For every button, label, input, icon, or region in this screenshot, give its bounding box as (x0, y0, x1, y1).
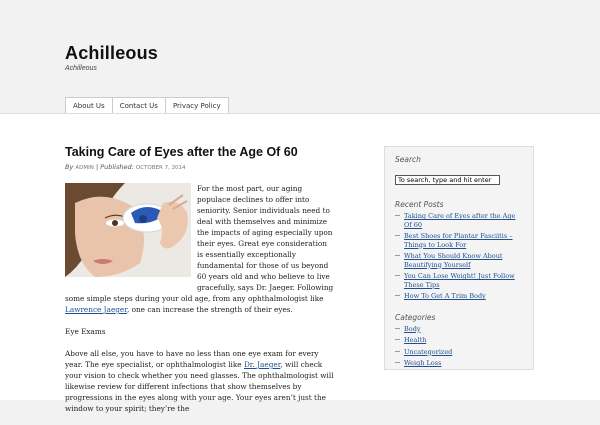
recent-post-link[interactable]: Taking Care of Eyes after the Age Of 60 (404, 212, 515, 229)
post-title[interactable]: Taking Care of Eyes after the Age Of 60 (65, 145, 298, 159)
site-description: Achilleous (65, 65, 97, 72)
post-author[interactable]: ADMIN (75, 165, 93, 171)
list-item: You Can Lose Weight! Just Follow These T… (395, 272, 523, 289)
category-link[interactable]: Body (404, 325, 421, 333)
sidebar: Search Recent Posts Taking Care of Eyes … (384, 146, 534, 370)
search-input[interactable] (395, 175, 500, 185)
list-item: Uncategorized (395, 348, 523, 357)
nav-item-privacy-policy[interactable]: Privacy Policy (165, 97, 229, 113)
post-content: For the most part, our aging populace de… (65, 183, 335, 425)
site-title[interactable]: Achilleous (65, 43, 158, 64)
byline-by: By (65, 163, 74, 171)
list-item: What You Should Know About Beautifying Y… (395, 252, 523, 269)
recent-posts-title: Recent Posts (395, 200, 444, 209)
post-paragraph: For the most part, our aging populace de… (65, 183, 335, 315)
lawrence-jaeger-link[interactable]: Lawrence Jaeger (65, 305, 127, 314)
recent-post-link[interactable]: How To Get A Trim Body (404, 292, 486, 300)
category-link[interactable]: Health (404, 336, 426, 344)
search-widget-title: Search (395, 155, 421, 164)
recent-posts-list: Taking Care of Eyes after the Age Of 60 … (395, 212, 523, 301)
paragraph-text: , one can increase the strength of their… (126, 305, 293, 314)
list-item: Body (395, 325, 523, 334)
list-item: Health (395, 336, 523, 345)
category-link[interactable]: Weigh Loss (404, 359, 441, 367)
list-item: How To Get A Trim Body (395, 292, 523, 301)
site-header: Achilleous Achilleous About Us Contact U… (0, 0, 600, 113)
post-subheading: Eye Exams (65, 327, 106, 336)
recent-post-link[interactable]: You Can Lose Weight! Just Follow These T… (404, 272, 515, 289)
image-float-spacer (65, 183, 197, 283)
list-item: Taking Care of Eyes after the Age Of 60 (395, 212, 523, 229)
byline-published: | Published: (95, 163, 134, 171)
categories-list: Body Health Uncategorized Weigh Loss (395, 325, 523, 368)
recent-post-link[interactable]: Best Shoes for Plantar Fasciitis – Thing… (404, 232, 513, 249)
nav-item-about-us[interactable]: About Us (65, 97, 113, 113)
categories-title: Categories (395, 312, 436, 322)
post-paragraph: Above all else, you have to have no less… (65, 348, 335, 414)
list-item: Weigh Loss (395, 359, 523, 368)
category-link[interactable]: Uncategorized (404, 348, 452, 356)
dr-jaeger-link[interactable]: Dr. Jaeger (244, 360, 280, 369)
post-date: OCTOBER 7, 2014 (135, 165, 186, 171)
nav-item-contact-us[interactable]: Contact Us (112, 97, 166, 113)
recent-post-link[interactable]: What You Should Know About Beautifying Y… (404, 252, 503, 269)
main-nav: About Us Contact Us Privacy Policy (65, 97, 229, 113)
post-byline: By ADMIN | Published: OCTOBER 7, 2014 (65, 163, 186, 171)
list-item: Best Shoes for Plantar Fasciitis – Thing… (395, 232, 523, 249)
